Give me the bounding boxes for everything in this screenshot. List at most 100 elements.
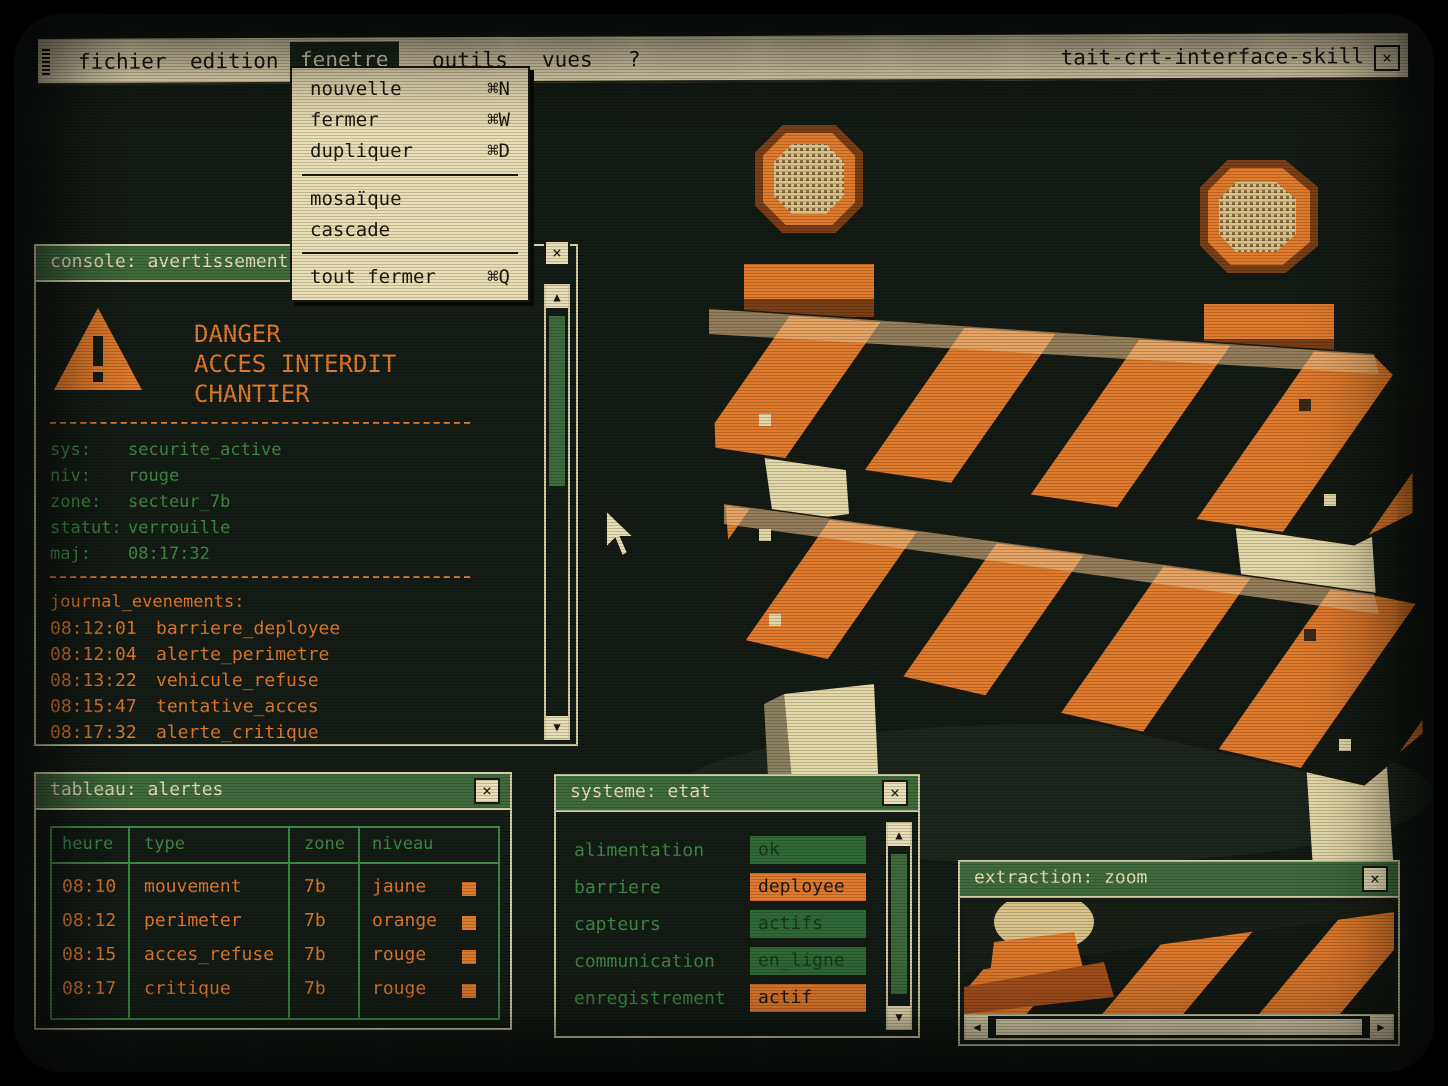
menu-item-nouvelle[interactable]: nouvelle (310, 78, 402, 100)
system-label: enregistrement (574, 988, 726, 1009)
log-event: vehicule_refuse (156, 670, 319, 691)
system-label: barriere (574, 877, 661, 898)
zoom-hscrollbar[interactable]: ◀ ▶ (964, 1014, 1394, 1040)
menu-item-tout-fermer[interactable]: tout fermer (310, 266, 436, 288)
scroll-down-arrow-icon[interactable]: ▼ (888, 1006, 910, 1028)
menu-separator (302, 174, 518, 176)
status-value: rouge (128, 466, 180, 486)
cell-type: acces_refuse (144, 944, 275, 965)
shortcut-label: ⌘D (487, 140, 510, 162)
log-event: alerte_perimetre (156, 644, 330, 665)
cell-heure: 08:12 (62, 910, 117, 931)
menubar: fichier edition fenetre outils vues ? ta… (37, 33, 1409, 85)
scroll-up-arrow-icon[interactable]: ▲ (546, 286, 568, 308)
log-event: tentative_acces (156, 696, 319, 717)
warning-line-danger: DANGER (194, 320, 281, 348)
cell-zone: 7b (304, 910, 326, 931)
system-label: alimentation (574, 840, 705, 861)
alerts-table-window: tableau: alertes × heure type zone nivea… (34, 772, 512, 1030)
menu-vues[interactable]: vues (532, 45, 603, 75)
cell-zone: 7b (304, 944, 326, 965)
cell-niveau: rouge (372, 978, 427, 999)
cell-type: mouvement (144, 876, 242, 897)
alerts-title: tableau: alertes (50, 779, 224, 800)
cell-niveau: jaune (372, 876, 427, 897)
log-header: journal_evenements: (50, 592, 245, 612)
level-indicator (462, 916, 476, 930)
col-header-niveau[interactable]: niveau (372, 834, 433, 854)
scroll-up-arrow-icon[interactable]: ▲ (888, 824, 910, 846)
menu-separator (302, 252, 518, 254)
cell-type: critique (144, 978, 231, 999)
scroll-thumb[interactable] (996, 1019, 1362, 1035)
console-scrollbar[interactable]: ▲ ▼ (544, 284, 570, 740)
status-key: sys: (50, 440, 91, 460)
menu-item-mosaique[interactable]: mosaïque (310, 188, 402, 210)
scroll-thumb[interactable] (891, 854, 907, 994)
system-close-icon[interactable]: × (882, 780, 908, 806)
system-value-badge: actifs (750, 910, 866, 938)
log-time: 08:15:47 (50, 696, 137, 717)
col-header-zone[interactable]: zone (304, 834, 345, 854)
level-indicator (462, 984, 476, 998)
menubar-logo-icon (41, 46, 51, 75)
alerts-table: heure type zone niveau 08:10 mouvement 7… (50, 826, 500, 1020)
app-close-icon[interactable]: × (1373, 45, 1401, 72)
zoom-titlebar[interactable]: extraction: zoom × (960, 862, 1398, 898)
system-label: communication (574, 951, 715, 972)
alerts-close-icon[interactable]: × (474, 778, 500, 804)
status-key: statut: (50, 518, 122, 538)
system-value-badge: ok (750, 836, 866, 864)
level-indicator (462, 950, 476, 964)
divider (50, 576, 470, 578)
system-value-badge: deployee (750, 873, 866, 901)
log-time: 08:17:32 (50, 722, 137, 743)
cell-niveau: orange (372, 910, 438, 931)
console-close-icon[interactable]: × (544, 240, 570, 266)
system-titlebar[interactable]: systeme: etat × (556, 776, 918, 812)
zoom-preview-image (964, 902, 1394, 1014)
zoom-window: extraction: zoom × ◀ ▶ (958, 860, 1400, 1046)
system-label: capteurs (574, 914, 661, 935)
menu-help[interactable]: ? (618, 44, 651, 74)
shortcut-label: ⌘Q (487, 266, 510, 288)
scroll-down-arrow-icon[interactable]: ▼ (546, 716, 568, 738)
zoom-close-icon[interactable]: × (1362, 866, 1388, 892)
log-time: 08:12:04 (50, 644, 137, 665)
fenetre-dropdown-menu: nouvelle ⌘N fermer ⌘W dupliquer ⌘D mosaï… (290, 66, 530, 302)
status-key: maj: (50, 544, 91, 564)
system-scrollbar[interactable]: ▲ ▼ (886, 822, 912, 1030)
log-time: 08:12:01 (50, 618, 137, 639)
shortcut-label: ⌘W (487, 109, 510, 131)
col-header-heure[interactable]: heure (62, 834, 113, 854)
col-header-type[interactable]: type (144, 834, 185, 854)
level-indicator (462, 882, 476, 896)
scroll-left-arrow-icon[interactable]: ◀ (966, 1016, 988, 1038)
scroll-thumb[interactable] (549, 316, 565, 486)
console-window: console: avertissement × DANGER ACCES IN… (34, 240, 578, 746)
cell-zone: 7b (304, 978, 326, 999)
system-title: systeme: etat (570, 781, 711, 802)
menu-edition[interactable]: edition (180, 46, 289, 76)
cell-type: perimeter (144, 910, 242, 931)
system-value-badge: en_ligne (750, 947, 866, 975)
log-event: alerte_critique (156, 722, 319, 743)
warning-triangle-icon (54, 308, 142, 390)
alerts-titlebar[interactable]: tableau: alertes × (36, 774, 510, 810)
crt-screen: fichier edition fenetre outils vues ? ta… (14, 14, 1434, 1072)
cell-niveau: rouge (372, 944, 427, 965)
scroll-right-arrow-icon[interactable]: ▶ (1370, 1016, 1392, 1038)
status-key: niv: (50, 466, 91, 486)
menu-fichier[interactable]: fichier (68, 46, 177, 76)
warning-line-access: ACCES INTERDIT (194, 350, 397, 378)
menu-item-dupliquer[interactable]: dupliquer (310, 140, 413, 162)
divider (50, 422, 470, 424)
cell-heure: 08:15 (62, 944, 117, 965)
menu-item-cascade[interactable]: cascade (310, 219, 390, 241)
menu-item-fermer[interactable]: fermer (310, 109, 379, 131)
cell-zone: 7b (304, 876, 326, 897)
status-key: zone: (50, 492, 102, 512)
warning-line-site: CHANTIER (194, 380, 310, 408)
zoom-title: extraction: zoom (974, 867, 1148, 888)
log-event: barriere_deployee (156, 618, 341, 639)
